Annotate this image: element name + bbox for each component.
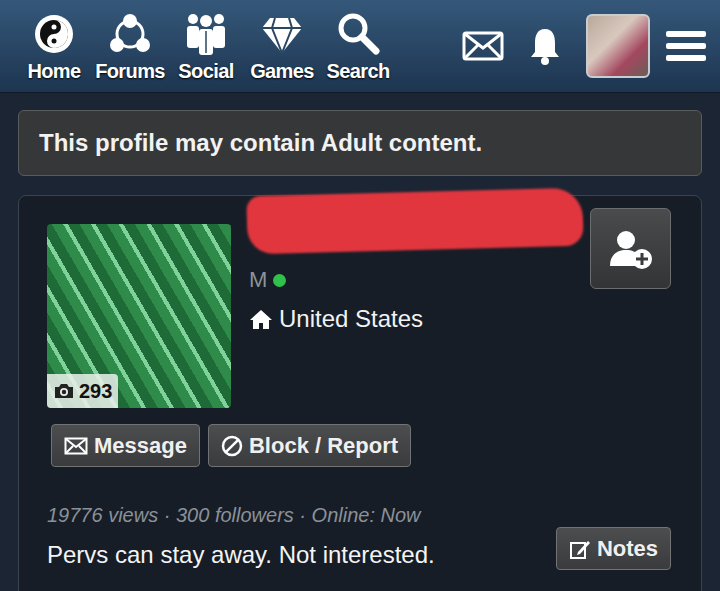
nav-item[interactable]: Games	[246, 9, 318, 83]
messages-icon[interactable]	[462, 31, 504, 61]
forums-icon	[94, 9, 166, 59]
nav-item[interactable]: Search	[322, 9, 394, 83]
nav-item[interactable]: Home	[18, 9, 90, 83]
nav-label: Home	[18, 59, 90, 83]
adult-warning: This profile may contain Adult content.	[18, 110, 702, 176]
bell-icon[interactable]	[528, 26, 562, 66]
nav-label: Games	[246, 59, 318, 83]
home-icon	[18, 9, 90, 59]
photo-count: 293	[47, 374, 118, 408]
nav-item[interactable]: Social	[170, 9, 242, 83]
profile-card: 293 M United States	[18, 195, 702, 591]
top-bar: HomeForumsSocialGamesSearch	[0, 0, 720, 93]
nav-label: Forums	[94, 59, 166, 83]
main-nav: HomeForumsSocialGamesSearch	[18, 9, 394, 83]
gender: M	[249, 267, 267, 293]
status-message: Pervs can stay away. Not interested.	[47, 540, 435, 570]
menu-icon[interactable]	[666, 30, 706, 62]
location: United States	[249, 301, 671, 337]
user-avatar[interactable]	[586, 14, 650, 78]
search-icon	[322, 9, 394, 59]
add-friend-button[interactable]	[590, 208, 671, 289]
edit-icon	[569, 538, 591, 560]
block-icon	[221, 435, 243, 457]
nav-label: Search	[322, 59, 394, 83]
add-user-icon	[608, 228, 654, 270]
online-dot	[273, 274, 286, 287]
profile-stats: 19776 views · 300 followers · Online: No…	[47, 503, 671, 527]
social-icon	[170, 9, 242, 59]
diamond-icon	[246, 9, 318, 59]
notes-button[interactable]: Notes	[556, 527, 671, 570]
profile-photo[interactable]: 293	[47, 224, 231, 408]
home-icon	[249, 308, 273, 330]
nav-label: Social	[170, 59, 242, 83]
nav-item[interactable]: Forums	[94, 9, 166, 83]
block-report-button[interactable]: Block / Report	[208, 424, 411, 467]
camera-icon	[53, 382, 75, 400]
redacted-name	[246, 188, 583, 255]
envelope-icon	[64, 437, 88, 455]
message-button[interactable]: Message	[51, 424, 200, 467]
